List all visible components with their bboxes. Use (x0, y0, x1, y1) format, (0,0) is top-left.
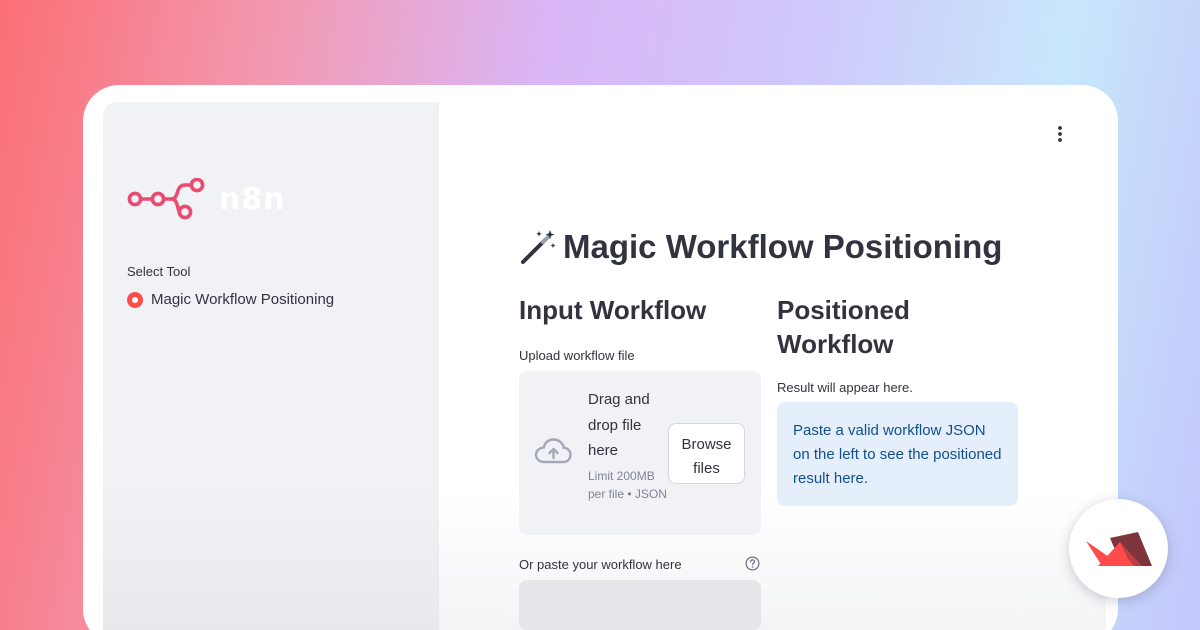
streamlit-badge[interactable] (1069, 499, 1168, 598)
magic-wand-icon (521, 230, 556, 264)
more-vertical-icon (1058, 126, 1062, 142)
help-circle-icon[interactable] (745, 556, 760, 571)
select-tool-label: Select Tool (127, 264, 191, 279)
n8n-logo: n8n (127, 178, 286, 220)
info-alert: Paste a valid workflow JSON on the left … (777, 402, 1018, 506)
result-label: Result will appear here. (777, 380, 913, 395)
main-menu-button[interactable] (1047, 121, 1073, 147)
workflow-json-input[interactable] (519, 580, 761, 630)
radio-selected-icon[interactable] (127, 291, 143, 308)
n8n-logo-icon (127, 178, 205, 220)
sidebar: n8n Select Tool Magic Workflow Positioni… (103, 102, 439, 630)
upload-label: Upload workflow file (519, 348, 635, 363)
app-content: n8n Select Tool Magic Workflow Positioni… (103, 102, 1106, 630)
input-workflow-heading: Input Workflow (519, 295, 707, 325)
positioned-workflow-heading: Positioned Workflow (777, 295, 910, 359)
paste-label: Or paste your workflow here (519, 557, 682, 572)
logo-text: n8n (219, 181, 286, 217)
dropzone-instructions: Drag and drop file here (588, 391, 650, 459)
file-dropzone[interactable]: Drag and drop file here Limit 200MB per … (519, 371, 761, 535)
cloud-upload-icon (534, 438, 572, 464)
tool-option-label: Magic Workflow Positioning (151, 291, 335, 308)
browse-files-button[interactable]: Browse files (668, 423, 745, 484)
tool-option-magic-positioning[interactable]: Magic Workflow Positioning (127, 291, 334, 308)
page-title: Magic Workflow Positioning (519, 228, 1002, 266)
streamlit-crown-icon (1085, 531, 1152, 566)
page-title-text: Magic Workflow Positioning (563, 228, 1003, 265)
dropzone-limit-text: Limit 200MB per file • JSON (588, 469, 667, 501)
